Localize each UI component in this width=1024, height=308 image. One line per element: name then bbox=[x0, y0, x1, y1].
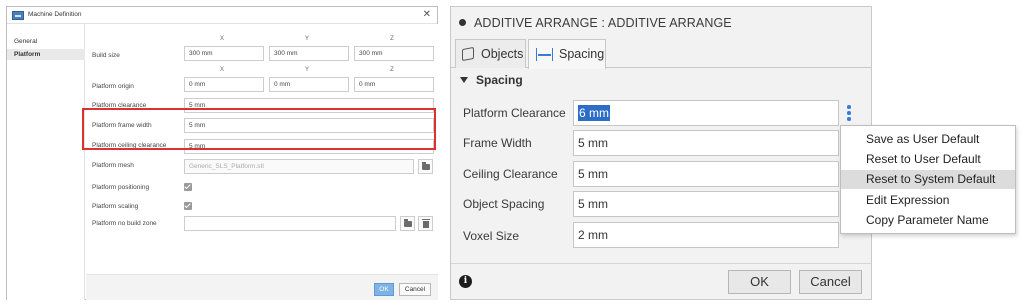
axis-label-y: Y bbox=[304, 36, 309, 42]
platform-origin-y-field[interactable]: 0 mm bbox=[269, 77, 349, 92]
object-spacing-input[interactable]: 5 mm bbox=[573, 191, 839, 217]
menu-item-save-as-user-default[interactable]: Save as User Default bbox=[841, 130, 1015, 149]
folder-icon bbox=[404, 219, 412, 227]
dialog-title: ADDITIVE ARRANGE : ADDITIVE ARRANGE bbox=[474, 16, 732, 30]
build-size-x-field[interactable]: 300 mm bbox=[184, 46, 264, 61]
ceiling-clearance-label: Ceiling Clearance bbox=[463, 167, 558, 181]
menu-item-reset-to-system-default[interactable]: Reset to System Default bbox=[841, 170, 1015, 189]
menu-item-edit-expression[interactable]: Edit Expression bbox=[841, 191, 1015, 210]
selected-text: 6 mm bbox=[578, 105, 610, 121]
tab-spacing[interactable]: Spacing bbox=[528, 39, 606, 69]
ceiling-clearance-input[interactable]: 5 mm bbox=[573, 161, 839, 187]
platform-no-build-zone-field[interactable] bbox=[184, 216, 396, 231]
additive-arrange-dialog: ADDITIVE ARRANGE : ADDITIVE ARRANGE Obje… bbox=[450, 6, 872, 300]
frame-width-input[interactable]: 5 mm bbox=[573, 130, 839, 156]
platform-positioning-checkbox[interactable] bbox=[184, 183, 192, 191]
nav-item-general[interactable]: General bbox=[7, 36, 85, 47]
platform-mesh-field[interactable]: Generic_SLS_Platform.stl bbox=[184, 159, 414, 174]
dialog-titlebar: Machine Definition ✕ bbox=[7, 7, 437, 24]
delete-no-build-zone-button[interactable] bbox=[418, 216, 433, 231]
platform-clearance-field[interactable]: 5 mm bbox=[184, 98, 434, 113]
build-size-label: Build size bbox=[92, 52, 120, 59]
machine-definition-dialog: Machine Definition ✕ General Platform X … bbox=[6, 6, 438, 300]
platform-scaling-checkbox[interactable] bbox=[184, 202, 192, 210]
platform-clearance-label: Platform clearance bbox=[92, 102, 147, 109]
cancel-button[interactable]: Cancel bbox=[799, 270, 862, 294]
platform-clearance-label: Platform Clearance bbox=[463, 106, 566, 120]
build-size-y-field[interactable]: 300 mm bbox=[269, 46, 349, 61]
platform-positioning-label: Platform positioning bbox=[92, 184, 150, 191]
dialog-title: Machine Definition bbox=[28, 11, 82, 18]
axis-label-y: Y bbox=[304, 67, 309, 73]
axis-label-z: Z bbox=[390, 67, 394, 73]
voxel-size-label: Voxel Size bbox=[463, 229, 520, 243]
frame-width-label: Frame Width bbox=[463, 136, 532, 150]
tab-label: Spacing bbox=[559, 47, 605, 61]
platform-origin-x-field[interactable]: 0 mm bbox=[184, 77, 264, 92]
platform-origin-label: Platform origin bbox=[92, 83, 134, 90]
platform-mesh-label: Platform mesh bbox=[92, 162, 134, 169]
cancel-button[interactable]: Cancel bbox=[399, 283, 431, 296]
command-dot-icon bbox=[459, 19, 466, 26]
spacing-icon bbox=[536, 48, 553, 61]
object-spacing-label: Object Spacing bbox=[463, 197, 545, 211]
spacing-section-header[interactable]: Spacing bbox=[460, 73, 523, 87]
platform-scaling-label: Platform scaling bbox=[92, 203, 139, 210]
browse-no-build-zone-button[interactable] bbox=[400, 216, 415, 231]
platform-ceiling-clearance-field[interactable]: 5 mm bbox=[184, 139, 434, 154]
trash-icon bbox=[422, 219, 430, 228]
settings-nav: General Platform bbox=[7, 24, 85, 300]
browse-mesh-button[interactable] bbox=[418, 159, 433, 174]
cube-icon bbox=[462, 46, 474, 62]
dialog-footer: i OK Cancel bbox=[451, 263, 871, 300]
section-title: Spacing bbox=[476, 73, 523, 87]
axis-label-x: X bbox=[219, 36, 224, 42]
parameter-context-menu: Save as User Default Reset to User Defau… bbox=[840, 125, 1016, 234]
platform-clearance-input[interactable]: 6 mm bbox=[573, 100, 839, 126]
collapse-triangle-icon bbox=[460, 77, 468, 83]
tab-label: Objects bbox=[481, 47, 524, 61]
axis-label-z: Z bbox=[390, 36, 394, 42]
close-icon[interactable]: ✕ bbox=[423, 9, 431, 20]
menu-item-reset-to-user-default[interactable]: Reset to User Default bbox=[841, 150, 1015, 169]
tab-bar: Objects Spacing bbox=[451, 37, 871, 69]
platform-settings-panel: X Y Z Build size 300 mm 300 mm 300 mm X … bbox=[86, 24, 438, 274]
tab-objects[interactable]: Objects bbox=[455, 39, 526, 68]
ok-button[interactable]: OK bbox=[728, 270, 791, 294]
axis-label-x: X bbox=[219, 67, 224, 73]
platform-frame-width-label: Platform frame width bbox=[92, 122, 152, 129]
more-options-icon[interactable] bbox=[847, 105, 851, 123]
platform-frame-width-field[interactable]: 5 mm bbox=[184, 118, 434, 133]
voxel-size-input[interactable]: 2 mm bbox=[573, 222, 839, 248]
platform-ceiling-clearance-label: Platform ceiling clearance bbox=[92, 142, 167, 149]
build-size-z-field[interactable]: 300 mm bbox=[354, 46, 434, 61]
app-icon bbox=[12, 11, 24, 20]
info-icon[interactable]: i bbox=[459, 275, 472, 288]
platform-no-build-zone-label: Platform no build zone bbox=[92, 220, 157, 227]
menu-item-copy-parameter-name[interactable]: Copy Parameter Name bbox=[841, 211, 1015, 230]
nav-item-platform[interactable]: Platform bbox=[7, 49, 85, 60]
folder-icon bbox=[422, 162, 430, 170]
dialog-footer: OK Cancel bbox=[86, 274, 438, 300]
ok-button[interactable]: OK bbox=[374, 283, 394, 296]
platform-origin-z-field[interactable]: 0 mm bbox=[354, 77, 434, 92]
dialog-header: ADDITIVE ARRANGE : ADDITIVE ARRANGE bbox=[451, 7, 871, 37]
